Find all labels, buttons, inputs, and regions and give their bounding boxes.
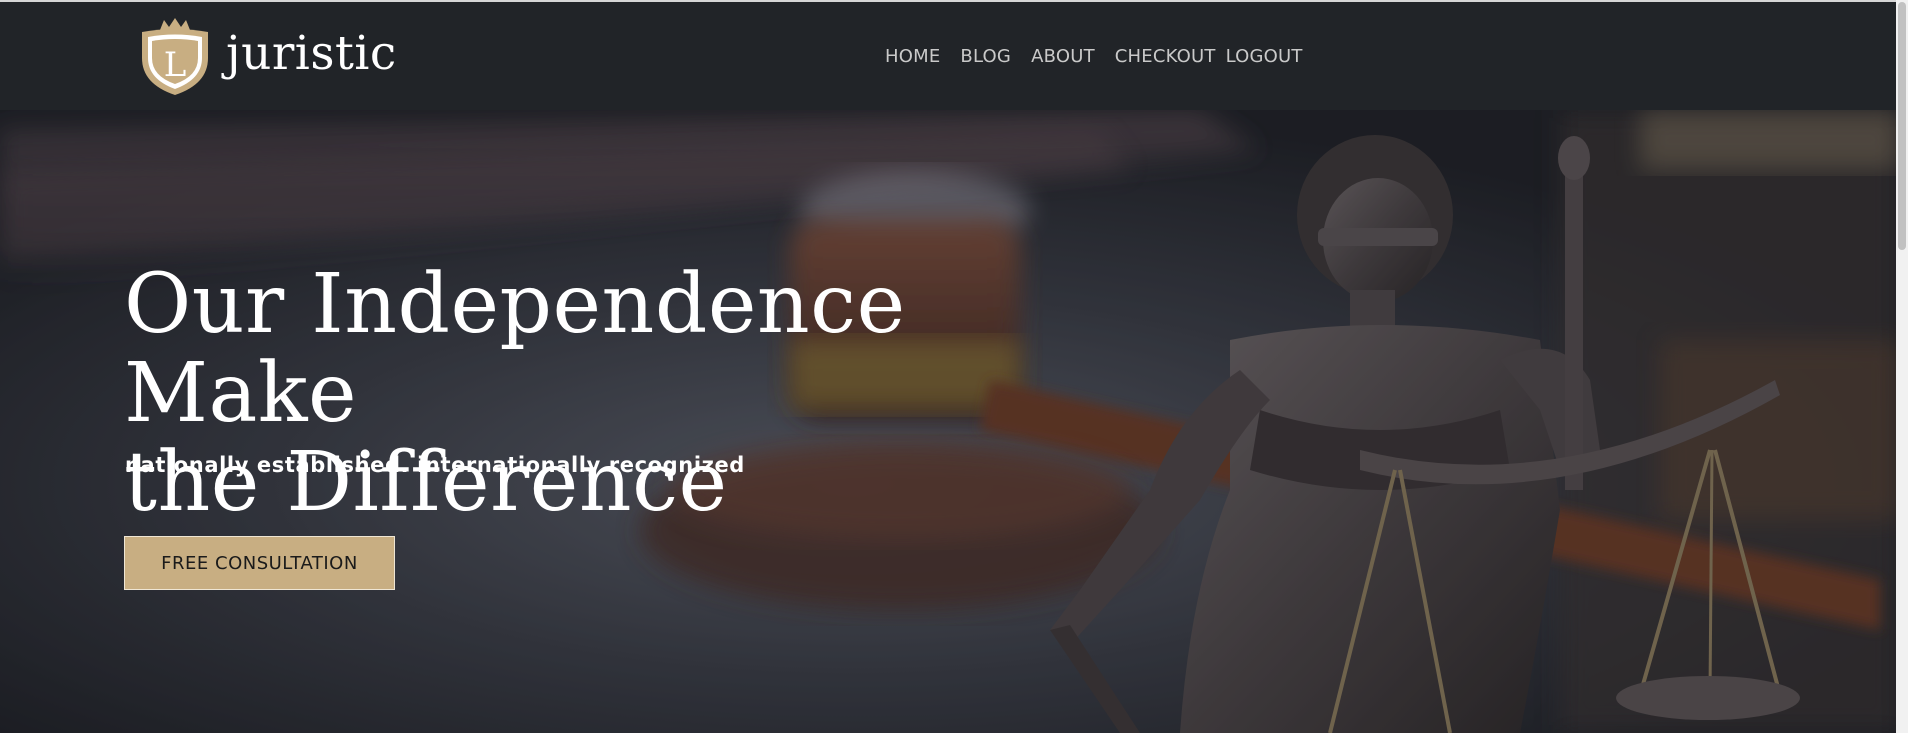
- nav-blog[interactable]: BLOG: [960, 46, 1011, 67]
- nav-about[interactable]: ABOUT: [1031, 46, 1095, 67]
- nav-logout[interactable]: LOGOUT: [1226, 46, 1303, 67]
- nav-checkout[interactable]: CHECKOUT: [1115, 46, 1216, 67]
- hero-section: Our Independence Make the Difference nat…: [0, 110, 1896, 733]
- free-consultation-button[interactable]: FREE CONSULTATION: [124, 536, 395, 590]
- main-nav: HOME BLOG ABOUT CHECKOUT LOGOUT: [885, 46, 1323, 67]
- hero-subtitle: nationally established. internationally …: [125, 453, 745, 477]
- scrollbar-thumb[interactable]: [1898, 2, 1906, 250]
- page-scrollbar[interactable]: [1896, 0, 1908, 733]
- hero-title: Our Independence Make the Difference: [124, 257, 906, 530]
- shield-crown-icon: L: [142, 18, 208, 95]
- nav-home[interactable]: HOME: [885, 46, 940, 67]
- brand-name: juristic: [226, 25, 397, 81]
- site-header: L juristic HOME BLOG ABOUT CHECKOUT LOGO…: [0, 0, 1908, 110]
- brand-logo[interactable]: L juristic: [138, 18, 397, 96]
- svg-text:L: L: [164, 45, 187, 85]
